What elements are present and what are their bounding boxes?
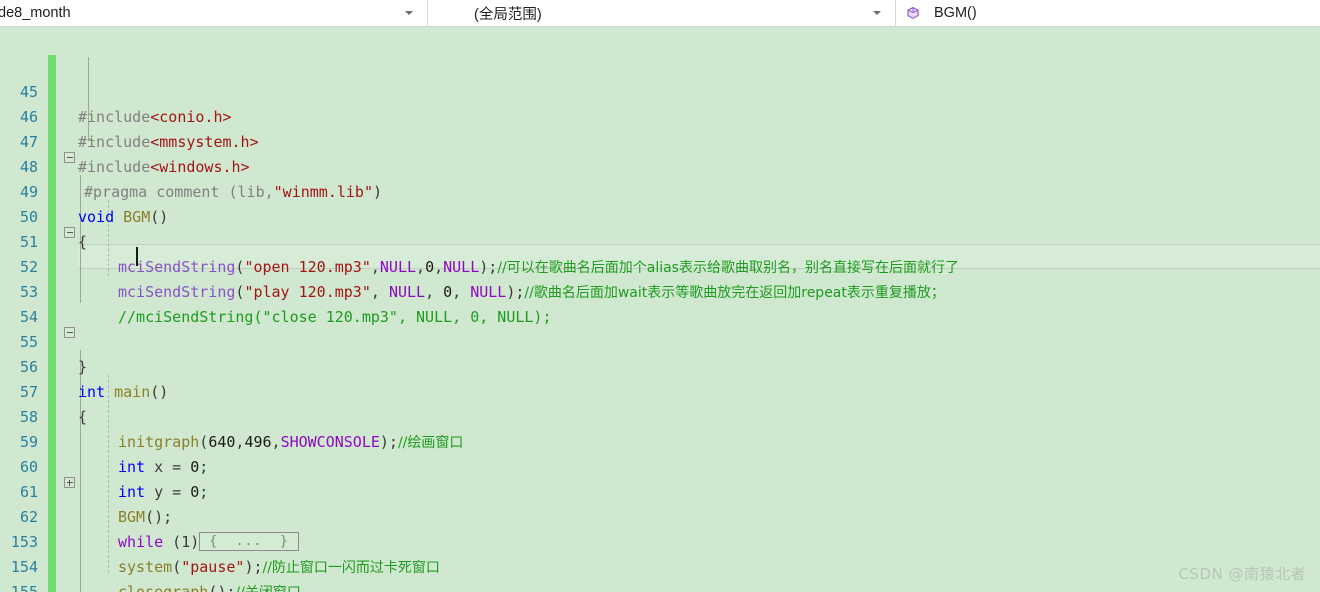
code-line[interactable]: 56 int main() xyxy=(0,330,1320,401)
chevron-down-icon[interactable] xyxy=(873,11,881,15)
code-line[interactable]: 62 while (1){ ... } xyxy=(0,480,1320,551)
text-cursor xyxy=(136,247,138,266)
code-editor-surface[interactable]: 45 #include<conio.h> 46 #include<mmsyste… xyxy=(0,27,1320,592)
code-line[interactable]: 49 void BGM() xyxy=(0,155,1320,226)
code-line[interactable]: 48 #pragma comment (lib,"winmm.lib") xyxy=(0,130,1320,201)
code-line[interactable]: 155 return 0; xyxy=(0,555,1320,592)
code-line[interactable]: 55 } xyxy=(0,305,1320,376)
code-line[interactable]: 57 { xyxy=(0,355,1320,426)
code-line[interactable]: 54 xyxy=(0,280,1320,326)
scope-selector-label: (全局范围) xyxy=(474,6,542,23)
chevron-down-icon[interactable] xyxy=(405,11,413,15)
code-line[interactable]: 51 mciSendString("open 120.mp3",NULL,0,N… xyxy=(0,205,1320,276)
member-selector-dropdown[interactable]: BGM() xyxy=(896,0,1320,26)
code-line[interactable]: 47 #include<windows.h> xyxy=(0,105,1320,176)
code-line[interactable]: 60 int y = 0; xyxy=(0,430,1320,501)
scope-selector-dropdown[interactable]: (全局范围) xyxy=(428,0,896,26)
method-cube-icon xyxy=(907,6,919,19)
code-line[interactable]: 52 mciSendString("play 120.mp3", NULL, 0… xyxy=(0,230,1320,301)
code-line[interactable]: 46 #include<mmsystem.h> xyxy=(0,80,1320,151)
code-line[interactable]: 45 #include<conio.h> xyxy=(0,55,1320,126)
code-line-current[interactable]: 53 //mciSendString("close 120.mp3", NULL… xyxy=(0,255,1320,326)
code-lines-container: 45 #include<conio.h> 46 #include<mmsyste… xyxy=(0,55,1320,592)
code-line[interactable]: 61 BGM(); xyxy=(0,455,1320,526)
code-line[interactable]: 154 closegraph();//关闭窗口 xyxy=(0,530,1320,592)
project-selector-label: de8_month xyxy=(0,5,71,21)
csdn-watermark: CSDN @南猿北者 xyxy=(1178,565,1306,583)
code-line[interactable]: 59 int x = 0; xyxy=(0,405,1320,476)
code-line[interactable]: 50 { xyxy=(0,180,1320,251)
code-line[interactable]: 58 initgraph(640,496,SHOWCONSOLE);//绘画窗口 xyxy=(0,380,1320,451)
code-line[interactable]: 156 } xyxy=(0,580,1320,592)
project-selector-dropdown[interactable]: de8_month xyxy=(0,0,428,26)
member-selector-label: BGM() xyxy=(934,5,977,21)
editor-navigation-bar: de8_month (全局范围) BGM() xyxy=(0,0,1320,27)
code-line[interactable]: 153 system("pause");//防止窗口一闪而过卡死窗口 xyxy=(0,505,1320,576)
